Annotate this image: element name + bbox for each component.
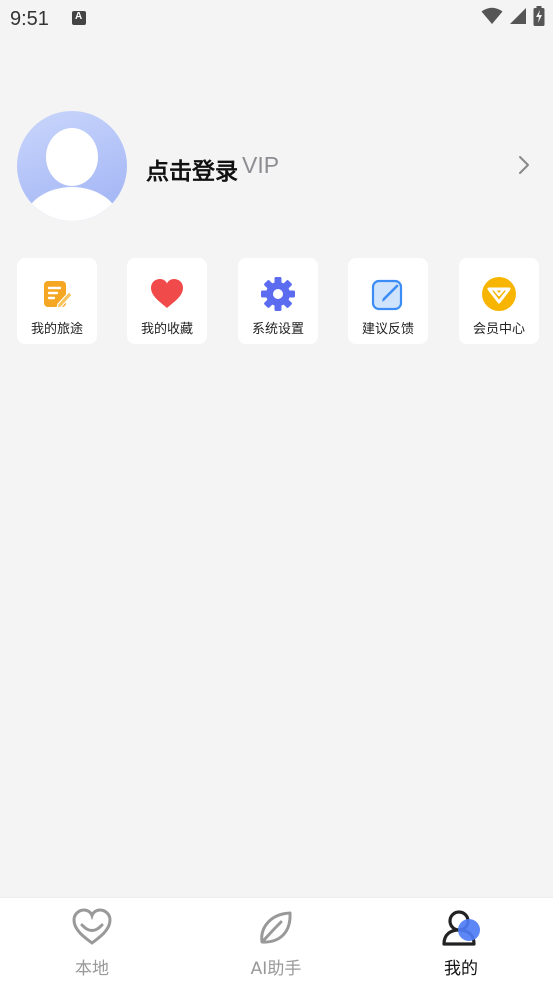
heart-outline-icon: [72, 908, 112, 945]
avatar[interactable]: [17, 111, 127, 221]
heart-icon: [151, 279, 183, 308]
keyboard-a-icon: [72, 11, 86, 25]
edit-feedback-icon: [371, 279, 403, 311]
signal-icon: [510, 8, 526, 24]
vip-diamond-icon: [482, 277, 516, 311]
shortcut-label: 系统设置: [251, 322, 304, 337]
tab-ai-assistant[interactable]: AI助手: [184, 898, 368, 984]
bottom-nav: 本地 AI助手 我的: [0, 897, 553, 984]
tab-mine[interactable]: 我的: [369, 898, 553, 984]
status-bar: 9:51: [0, 0, 553, 40]
shortcut-label: 建议反馈: [361, 322, 414, 337]
shortcut-grid: 我的旅途 我的收藏 系统设置 建议反馈 会员中心: [17, 258, 553, 344]
profile-header[interactable]: 点击登录 VIP: [0, 108, 553, 224]
gear-icon: [261, 277, 295, 311]
tab-local[interactable]: 本地: [0, 898, 184, 984]
status-icons: [481, 6, 545, 26]
shortcut-feedback[interactable]: 建议反馈: [348, 258, 428, 344]
profile-icon: [442, 910, 480, 946]
battery-charging-icon: [533, 6, 545, 26]
tab-label: 本地: [75, 959, 109, 979]
profile-screen: 9:51 点击登录 VIP: [0, 0, 553, 984]
shortcut-system-settings[interactable]: 系统设置: [238, 258, 318, 344]
tab-label: 我的: [444, 959, 478, 979]
journey-note-icon: [44, 281, 73, 309]
vip-label: VIP: [242, 152, 280, 178]
shortcut-my-favorites[interactable]: 我的收藏: [127, 258, 207, 344]
shortcut-vip-center[interactable]: 会员中心: [459, 258, 539, 344]
user-avatar-icon: [24, 128, 120, 221]
shortcut-my-journey[interactable]: 我的旅途: [17, 258, 97, 344]
wifi-icon: [481, 7, 503, 24]
login-prompt[interactable]: 点击登录: [146, 152, 238, 186]
status-time: 9:51: [10, 8, 49, 30]
shortcut-label: 会员中心: [472, 322, 525, 337]
shortcut-label: 我的旅途: [30, 322, 83, 337]
leaf-icon: [260, 911, 292, 944]
chevron-right-icon[interactable]: [517, 154, 531, 176]
tab-label: AI助手: [250, 959, 302, 979]
shortcut-label: 我的收藏: [140, 322, 193, 337]
